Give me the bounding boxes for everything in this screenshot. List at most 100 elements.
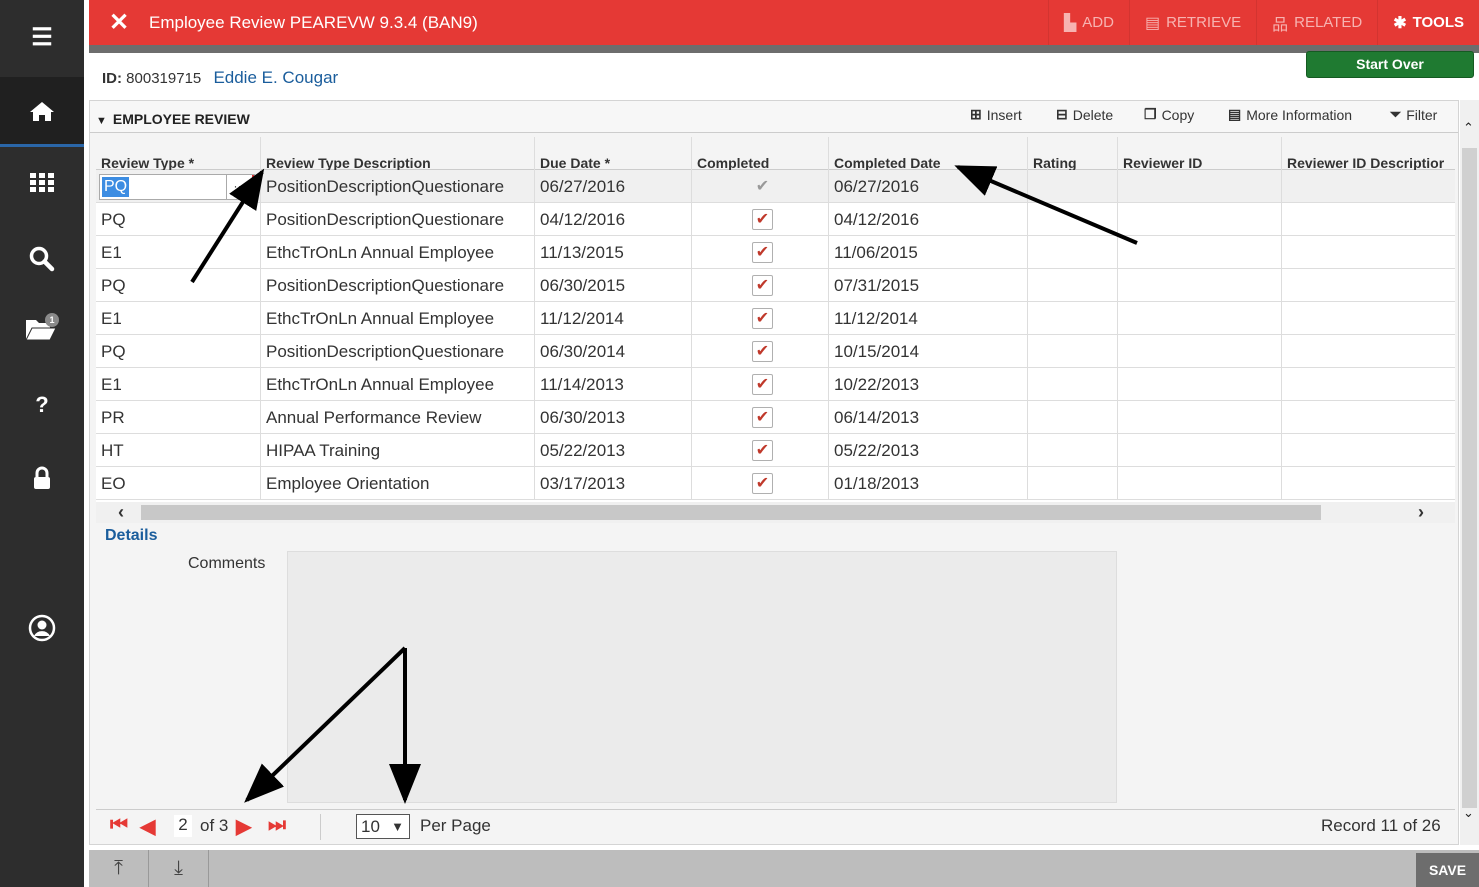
- reviewer-id-cell[interactable]: [1117, 434, 1281, 467]
- completed-checkbox[interactable]: ✔: [752, 472, 773, 494]
- section-title[interactable]: ▼ EMPLOYEE REVIEW: [96, 111, 250, 127]
- completed-cell[interactable]: ✔: [691, 368, 828, 401]
- rating-cell[interactable]: [1027, 335, 1117, 368]
- completed-checkbox[interactable]: ✔: [752, 307, 773, 329]
- retrieve-button[interactable]: ▤ RETRIEVE: [1128, 0, 1256, 45]
- reviewer-id-cell[interactable]: [1117, 236, 1281, 269]
- due-date-cell[interactable]: 06/30/2014: [534, 335, 691, 368]
- completed-cell[interactable]: ✔: [691, 170, 828, 203]
- rating-cell[interactable]: [1027, 368, 1117, 401]
- collapse-icon[interactable]: ▼: [96, 115, 107, 127]
- rating-cell[interactable]: [1027, 203, 1117, 236]
- reviewer-id-description-cell[interactable]: [1281, 401, 1455, 434]
- review-type-cell[interactable]: E1: [96, 368, 260, 401]
- rating-cell[interactable]: [1027, 434, 1117, 467]
- reviewer-id-cell[interactable]: [1117, 269, 1281, 302]
- completed-checkbox[interactable]: ✔: [752, 406, 773, 428]
- previous-section-icon[interactable]: ⤒: [89, 850, 149, 887]
- review-type-description-cell[interactable]: EthcTrOnLn Annual Employee: [260, 236, 534, 269]
- reviewer-id-cell[interactable]: [1117, 401, 1281, 434]
- more-information-button[interactable]: ▤ More Information: [1228, 106, 1352, 123]
- per-page-select[interactable]: 10 ▼: [356, 814, 410, 839]
- home-icon[interactable]: [0, 77, 84, 147]
- first-page-icon[interactable]: ⏮: [110, 814, 128, 837]
- start-over-button[interactable]: Start Over: [1306, 51, 1474, 78]
- horizontal-scroll-thumb[interactable]: [141, 505, 1321, 520]
- review-type-cell[interactable]: E1: [96, 302, 260, 335]
- completed-date-cell[interactable]: 04/12/2016: [828, 203, 1027, 236]
- reviewer-id-cell[interactable]: [1117, 170, 1281, 203]
- completed-date-cell[interactable]: 01/18/2013: [828, 467, 1027, 500]
- column-header-reviewer-id[interactable]: Reviewer ID: [1117, 137, 1281, 170]
- horizontal-scrollbar[interactable]: ‹ ›: [96, 502, 1455, 523]
- reviewer-id-description-cell[interactable]: [1281, 269, 1455, 302]
- table-row[interactable]: PQ PositionDescriptionQuestionare 04/12/…: [96, 203, 1455, 236]
- table-row[interactable]: PQ ··· PositionDescriptionQuestionare 06/…: [96, 170, 1455, 203]
- reviewer-id-cell[interactable]: [1117, 467, 1281, 500]
- review-type-cell[interactable]: PQ ···: [96, 170, 260, 203]
- lock-icon[interactable]: [0, 455, 84, 500]
- delete-button[interactable]: ⊟ Delete: [1056, 106, 1113, 123]
- user-profile-icon[interactable]: [0, 605, 84, 650]
- table-row[interactable]: E1 EthcTrOnLn Annual Employee 11/14/2013…: [96, 368, 1455, 401]
- lookup-button[interactable]: ···: [226, 175, 254, 199]
- due-date-cell[interactable]: 04/12/2016: [534, 203, 691, 236]
- scroll-left-icon[interactable]: ‹: [118, 502, 124, 523]
- review-type-description-cell[interactable]: PositionDescriptionQuestionare: [260, 170, 534, 203]
- tools-button[interactable]: ✱ TOOLS: [1377, 0, 1479, 45]
- reviewer-id-description-cell[interactable]: [1281, 467, 1455, 500]
- review-type-description-cell[interactable]: PositionDescriptionQuestionare: [260, 203, 534, 236]
- reviewer-id-cell[interactable]: [1117, 368, 1281, 401]
- review-type-cell[interactable]: PR: [96, 401, 260, 434]
- completed-date-cell[interactable]: 06/27/2016: [828, 170, 1027, 203]
- review-type-description-cell[interactable]: Employee Orientation: [260, 467, 534, 500]
- table-row[interactable]: PR Annual Performance Review 06/30/2013 …: [96, 401, 1455, 434]
- table-row[interactable]: E1 EthcTrOnLn Annual Employee 11/12/2014…: [96, 302, 1455, 335]
- review-type-cell[interactable]: HT: [96, 434, 260, 467]
- due-date-cell[interactable]: 11/14/2013: [534, 368, 691, 401]
- next-section-icon[interactable]: ⤓: [149, 850, 209, 887]
- reviewer-id-description-cell[interactable]: [1281, 335, 1455, 368]
- reviewer-id-description-cell[interactable]: [1281, 236, 1455, 269]
- column-header-review-type-description[interactable]: Review Type Description: [260, 137, 534, 170]
- column-header-reviewer-id-description[interactable]: Reviewer ID Descriptior: [1281, 137, 1455, 170]
- column-header-completed[interactable]: Completed: [691, 137, 828, 170]
- reviewer-id-cell[interactable]: [1117, 335, 1281, 368]
- completed-date-cell[interactable]: 10/22/2013: [828, 368, 1027, 401]
- review-type-cell[interactable]: PQ: [96, 335, 260, 368]
- recently-opened-folder-icon[interactable]: 1: [0, 305, 84, 350]
- completed-cell[interactable]: ✔: [691, 434, 828, 467]
- rating-cell[interactable]: [1027, 302, 1117, 335]
- due-date-cell[interactable]: 06/27/2016: [534, 170, 691, 203]
- due-date-cell[interactable]: 05/22/2013: [534, 434, 691, 467]
- completed-checkbox[interactable]: ✔: [752, 340, 773, 362]
- applications-grid-icon[interactable]: [0, 160, 84, 205]
- save-button[interactable]: SAVE: [1416, 853, 1479, 887]
- column-header-rating[interactable]: Rating: [1027, 137, 1117, 170]
- table-row[interactable]: EO Employee Orientation 03/17/2013 ✔ 01/…: [96, 467, 1455, 500]
- vertical-scroll-thumb[interactable]: [1462, 148, 1477, 808]
- reviewer-id-description-cell[interactable]: [1281, 170, 1455, 203]
- scroll-right-icon[interactable]: ›: [1418, 502, 1424, 523]
- last-page-icon[interactable]: ⏭: [268, 814, 286, 837]
- related-button[interactable]: 品 RELATED: [1256, 0, 1377, 45]
- rating-cell[interactable]: [1027, 236, 1117, 269]
- completed-cell[interactable]: ✔: [691, 302, 828, 335]
- reviewer-id-description-cell[interactable]: [1281, 368, 1455, 401]
- search-icon[interactable]: [0, 236, 84, 281]
- scroll-down-icon[interactable]: ⌄: [1463, 805, 1474, 821]
- due-date-cell[interactable]: 03/17/2013: [534, 467, 691, 500]
- insert-button[interactable]: ⊞ Insert: [970, 106, 1022, 123]
- completed-checkbox[interactable]: ✔: [752, 439, 773, 461]
- reviewer-id-description-cell[interactable]: [1281, 434, 1455, 467]
- completed-cell[interactable]: ✔: [691, 269, 828, 302]
- table-row[interactable]: E1 EthcTrOnLn Annual Employee 11/13/2015…: [96, 236, 1455, 269]
- completed-date-cell[interactable]: 07/31/2015: [828, 269, 1027, 302]
- vertical-scrollbar[interactable]: ⌃ ⌄: [1460, 100, 1479, 845]
- next-page-icon[interactable]: ▶: [236, 814, 251, 839]
- completed-date-cell[interactable]: 10/15/2014: [828, 335, 1027, 368]
- review-type-description-cell[interactable]: PositionDescriptionQuestionare: [260, 335, 534, 368]
- close-icon[interactable]: ✕: [89, 8, 149, 37]
- completed-date-cell[interactable]: 05/22/2013: [828, 434, 1027, 467]
- column-header-review-type[interactable]: Review Type *: [96, 137, 260, 170]
